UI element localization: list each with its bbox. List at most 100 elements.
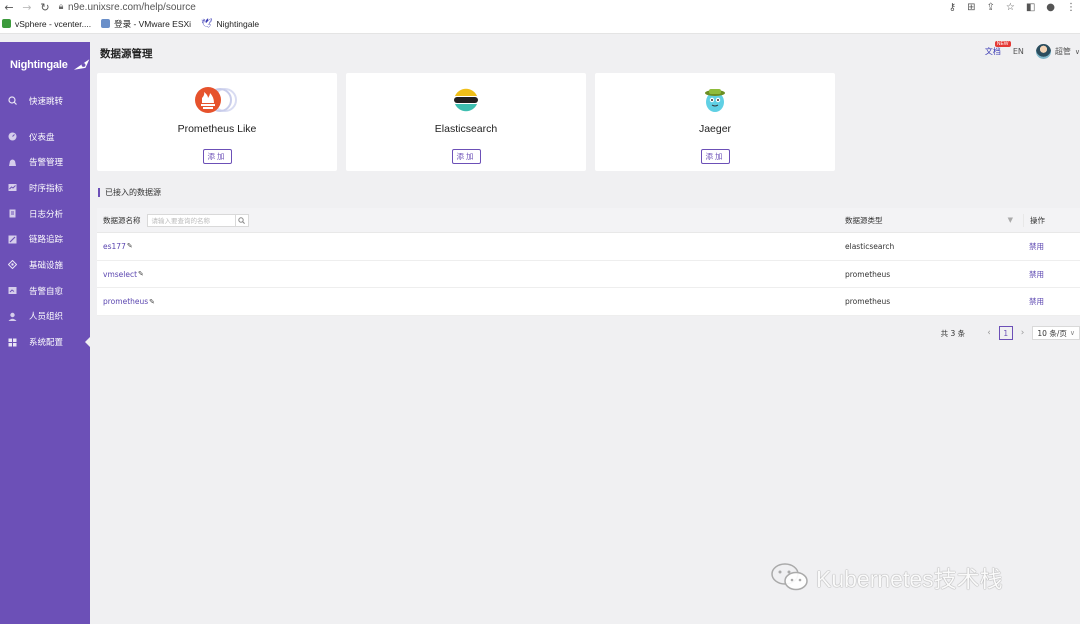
column-label: 数据源类型 bbox=[845, 215, 883, 225]
browser-toolbar-icons: ⚷ ⊞ ⇪ ☆ ◧ ● ⋮ bbox=[949, 0, 1076, 14]
back-icon[interactable]: ← bbox=[0, 0, 18, 14]
page-number[interactable]: 1 bbox=[998, 326, 1013, 340]
table-row: prometheus ✎ prometheus 禁用 bbox=[97, 288, 1080, 317]
log-icon bbox=[8, 209, 17, 218]
language-switch[interactable]: EN bbox=[1013, 47, 1024, 56]
prometheus-logo bbox=[192, 85, 242, 115]
user-name: 超管 bbox=[1054, 47, 1071, 56]
user-icon bbox=[8, 312, 17, 321]
wechat-icon bbox=[771, 563, 808, 591]
pagination-total: 共 3 条 bbox=[940, 328, 966, 338]
add-jaeger-button[interactable]: 添加 bbox=[700, 149, 730, 164]
user-menu[interactable]: 超管 ∨ bbox=[1035, 44, 1080, 59]
search-icon[interactable] bbox=[234, 214, 248, 226]
infra-icon bbox=[8, 260, 17, 270]
doc-label: 文档 bbox=[984, 47, 1001, 56]
sidebar-item-infra[interactable]: 基础设施 bbox=[0, 252, 90, 278]
profile-icon[interactable]: ● bbox=[1046, 2, 1055, 13]
card-title: Prometheus Like bbox=[177, 123, 257, 135]
datasource-type-cards: Prometheus Like 添加 Elasticsearch 添加 Jaeg… bbox=[97, 73, 835, 171]
sidebar-item-dashboard[interactable]: 仪表盘 bbox=[0, 124, 90, 150]
table-header: 数据源名称 请输入要查询的名称 数据源类型 ▼ 操作 bbox=[97, 208, 1080, 233]
datasource-type-cell: prometheus bbox=[845, 297, 891, 307]
sidebar-item-log[interactable]: 日志分析 bbox=[0, 201, 90, 227]
sidebar-item-label: 告警自愈 bbox=[29, 286, 64, 297]
section-bar bbox=[98, 188, 100, 197]
sidebar-item-users[interactable]: 人员组织 bbox=[0, 304, 90, 330]
card-title: Jaeger bbox=[698, 123, 732, 135]
sidebar-item-trace[interactable]: 链路追踪 bbox=[0, 226, 90, 252]
sidebar-item-label: 人员组织 bbox=[29, 312, 64, 323]
disable-link[interactable]: 禁用 bbox=[1023, 241, 1080, 252]
nightingale-bookmark-icon: 🕊︎ bbox=[201, 18, 213, 28]
datasource-name-cell: es177 ✎ bbox=[97, 242, 839, 251]
logo[interactable]: Nightingale bbox=[0, 42, 90, 88]
page-size-select[interactable]: 10 条/页 ∨ bbox=[1032, 326, 1080, 340]
add-elasticsearch-button[interactable]: 添加 bbox=[451, 149, 481, 164]
search-placeholder: 请输入要查询的名称 bbox=[151, 217, 211, 225]
url-text[interactable]: n9e.unixsre.com/help/source bbox=[68, 2, 196, 13]
trace-icon bbox=[8, 235, 17, 244]
sidebar-item-settings[interactable]: 系统配置 bbox=[0, 329, 91, 355]
column-header-op: 操作 bbox=[1023, 213, 1080, 227]
datasource-name-link[interactable]: es177 bbox=[103, 242, 126, 251]
column-header-type: 数据源类型 ▼ bbox=[839, 215, 1023, 226]
disable-link[interactable]: 禁用 bbox=[1023, 269, 1080, 280]
column-header-name: 数据源名称 请输入要查询的名称 bbox=[97, 213, 839, 227]
prev-page-icon[interactable]: ‹ bbox=[987, 328, 991, 338]
sidebar-item-metrics[interactable]: 时序指标 bbox=[0, 175, 90, 201]
column-label: 数据源名称 bbox=[103, 215, 141, 225]
edit-icon[interactable]: ✎ bbox=[127, 242, 133, 250]
key-icon[interactable]: ⚷ bbox=[949, 2, 956, 13]
add-prometheus-button[interactable]: 添加 bbox=[202, 149, 232, 164]
disable-link[interactable]: 禁用 bbox=[1023, 296, 1080, 307]
sidebar-item-label: 链路追踪 bbox=[29, 235, 64, 246]
datasource-table: 数据源名称 请输入要查询的名称 数据源类型 ▼ 操作 es177 ✎ elast… bbox=[97, 208, 1080, 317]
table-row: es177 ✎ elasticsearch 禁用 bbox=[97, 233, 1080, 261]
search-icon bbox=[8, 96, 17, 106]
edit-icon[interactable]: ✎ bbox=[138, 270, 144, 278]
sidebar: Nightingale 快速跳转 仪表盘 告警管理 时序指标 日志分析 链路追踪… bbox=[0, 42, 91, 624]
vsphere-icon bbox=[2, 19, 11, 28]
menu-icon[interactable]: ⋮ bbox=[1066, 2, 1076, 13]
star-icon[interactable]: ☆ bbox=[1006, 2, 1015, 13]
sidebar-item-quick-jump[interactable]: 快速跳转 bbox=[0, 88, 90, 114]
metrics-icon bbox=[8, 183, 17, 192]
share-icon[interactable]: ⇪ bbox=[986, 2, 994, 13]
section-title: 已接入的数据源 bbox=[105, 188, 161, 197]
sidepanel-icon[interactable]: ◧ bbox=[1026, 2, 1035, 13]
next-page-icon[interactable]: › bbox=[1021, 328, 1025, 338]
lock-icon[interactable]: 🔒︎ bbox=[54, 2, 68, 12]
browser-url-bar: ← → ↻ 🔒︎ n9e.unixsre.com/help/source ⚷ ⊞… bbox=[0, 0, 1080, 14]
doc-link[interactable]: 文档 NEW bbox=[984, 41, 1011, 57]
bookmark-label: Nightingale bbox=[216, 18, 260, 29]
bookmark-vsphere[interactable]: vSphere - vcenter.... bbox=[2, 19, 91, 29]
pagination: 共 3 条 ‹ 1 › 10 条/页 ∨ bbox=[941, 326, 1080, 340]
edit-icon[interactable]: ✎ bbox=[149, 298, 155, 306]
chevron-down-icon: ∨ bbox=[1069, 329, 1075, 337]
filter-icon[interactable]: ▼ bbox=[1008, 216, 1013, 224]
sidebar-item-heal[interactable]: 告警自愈 bbox=[0, 278, 90, 304]
bookmark-esxi[interactable]: 登录 - VMware ESXi bbox=[101, 18, 191, 30]
section-heading: 已接入的数据源 bbox=[98, 187, 161, 198]
sidebar-item-alarm[interactable]: 告警管理 bbox=[0, 149, 90, 175]
datasource-type-cell: prometheus bbox=[845, 269, 891, 279]
card-title: Elasticsearch bbox=[434, 123, 498, 135]
search-input[interactable]: 请输入要查询的名称 bbox=[146, 213, 249, 227]
logo-text: Nightingale bbox=[10, 59, 68, 71]
alarm-icon bbox=[8, 158, 17, 167]
sidebar-item-label: 告警管理 bbox=[29, 158, 64, 169]
avatar bbox=[1035, 44, 1051, 59]
datasource-name-link[interactable]: prometheus bbox=[103, 297, 148, 306]
forward-icon[interactable]: → bbox=[18, 0, 36, 14]
reload-icon[interactable]: ↻ bbox=[36, 0, 54, 14]
esxi-icon bbox=[101, 19, 111, 28]
bookmark-label: 登录 - VMware ESXi bbox=[114, 18, 192, 29]
datasource-name-link[interactable]: vmselect bbox=[103, 270, 137, 279]
sidebar-item-label: 日志分析 bbox=[29, 209, 64, 220]
translate-icon[interactable]: ⊞ bbox=[967, 2, 975, 13]
main-content: 数据源管理 文档 NEW EN 超管 ∨ Prometheus Like 添加 … bbox=[90, 41, 1080, 624]
watermark-text: Kubernetes技术栈 bbox=[816, 566, 1003, 592]
bookmark-nightingale[interactable]: 🕊︎ Nightingale bbox=[201, 18, 259, 29]
page-title: 数据源管理 bbox=[100, 48, 153, 60]
